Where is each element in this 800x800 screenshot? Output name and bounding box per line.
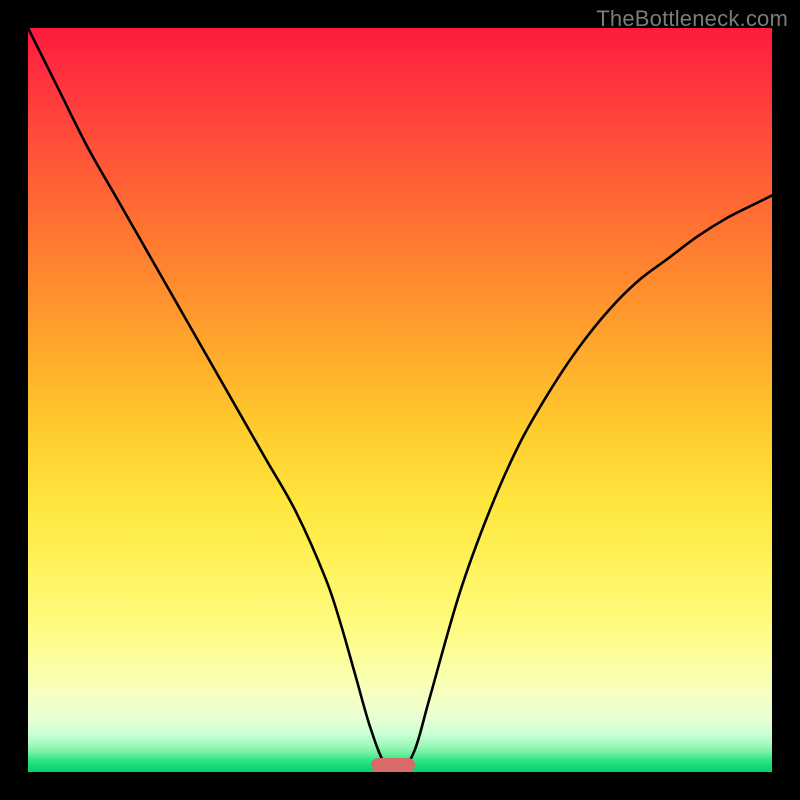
plot-area — [28, 28, 772, 772]
bottleneck-curve — [28, 28, 772, 772]
watermark-text: TheBottleneck.com — [596, 6, 788, 32]
chart-frame: TheBottleneck.com — [0, 0, 800, 800]
minimum-marker — [371, 758, 415, 772]
curve-layer — [28, 28, 772, 772]
